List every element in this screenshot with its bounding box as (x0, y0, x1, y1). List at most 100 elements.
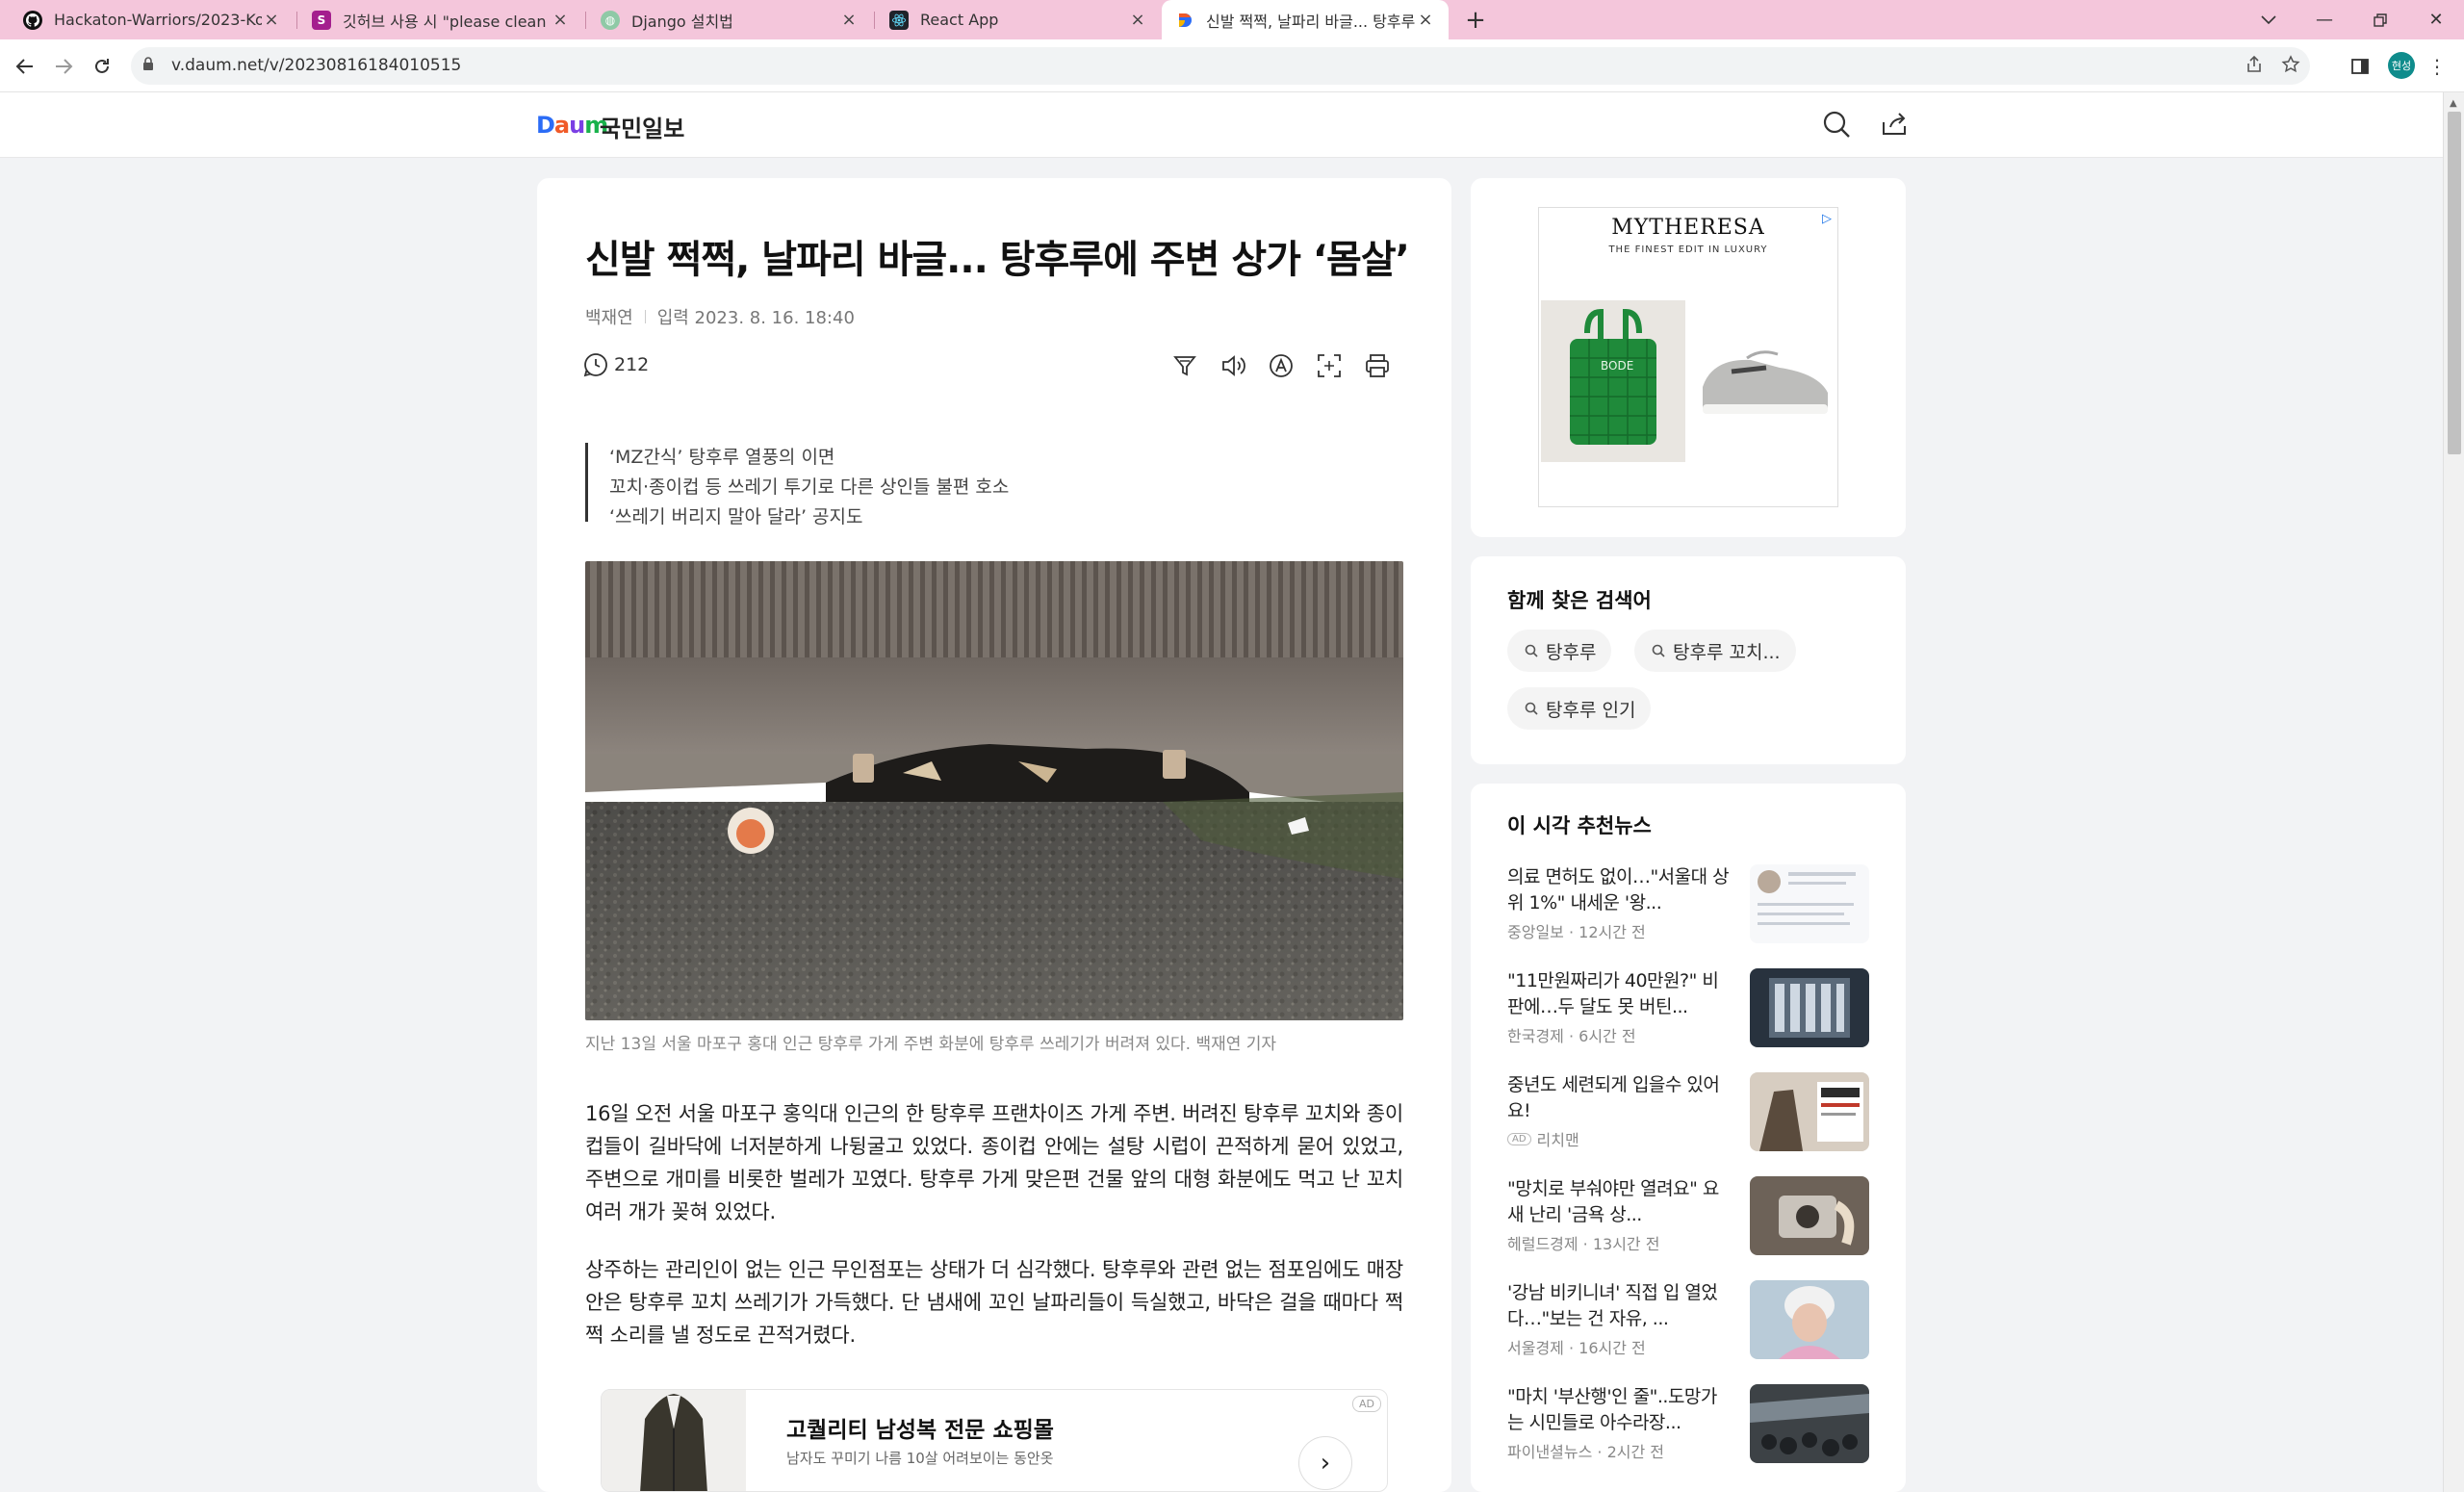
close-icon[interactable]: × (1128, 10, 1147, 30)
forward-button[interactable] (48, 51, 79, 82)
side-panel-button[interactable] (2345, 51, 2375, 82)
translate-button[interactable] (1313, 349, 1346, 382)
github-icon (23, 10, 42, 30)
news-item[interactable]: "망치로 부숴야만 열려요" 요새 난리 '금욕 상... 헤럴드경제 · 13… (1507, 1176, 1869, 1259)
tab-divider (296, 12, 297, 29)
side-panel-icon (2351, 59, 2369, 74)
bookmark-star-icon[interactable] (2281, 55, 2300, 79)
news-source: 서울경제 · 16시간 전 (1507, 1339, 1646, 1357)
news-title[interactable]: "망치로 부숴야만 열려요" 요새 난리 '금욕 상... (1507, 1176, 1731, 1228)
read-aloud-button[interactable] (1217, 349, 1249, 382)
close-icon[interactable]: × (262, 10, 281, 30)
browser-menu-button[interactable]: ⋮ (2422, 51, 2452, 82)
url-text[interactable]: v.daum.net/v/20230816184010515 (171, 56, 461, 75)
related-search-chip[interactable]: 탕후루 (1507, 630, 1612, 672)
publisher-name[interactable]: 국민일보 (600, 110, 684, 143)
news-thumbnail[interactable] (1750, 968, 1869, 1047)
search-icon (1525, 644, 1538, 657)
article-paragraph: 16일 오전 서울 마포구 홍익대 인근의 한 탕후루 프랜차이즈 가게 주변.… (585, 1102, 1404, 1223)
share-button[interactable] (1878, 108, 1911, 141)
chevron-right-icon[interactable]: › (1298, 1436, 1352, 1490)
news-source: 파이낸셜뉴스 · 2시간 전 (1507, 1443, 1665, 1461)
news-item[interactable]: 중년도 세련되게 입을수 있어요! AD 리치맨 (1507, 1072, 1869, 1155)
news-title[interactable]: 의료 면허도 없이…"서울대 상위 1%" 내세운 '왕... (1507, 864, 1731, 916)
printer-icon (1366, 354, 1389, 377)
news-thumbnail[interactable] (1750, 1072, 1869, 1151)
scroll-up-arrow-icon[interactable]: ▲ (2450, 98, 2457, 109)
share-icon (1883, 113, 1906, 135)
back-button[interactable] (10, 51, 40, 82)
sidebar-ad-card: MYTHERESA THE FINEST EDIT IN LUXURY ▷ BO… (1471, 178, 1906, 537)
news-title[interactable]: "11만원짜리가 40만원?" 비판에…두 달도 못 버틴... (1507, 968, 1731, 1020)
article-photo[interactable] (585, 561, 1403, 1020)
comment-count: 212 (614, 354, 650, 375)
address-bar[interactable]: v.daum.net/v/20230816184010515 (131, 47, 2310, 85)
chip-label: 탕후루 인기 (1546, 699, 1636, 721)
related-search-chip[interactable]: 탕후루 꼬치... (1634, 630, 1796, 672)
close-icon[interactable]: × (551, 10, 570, 30)
ad-tagline: THE FINEST EDIT IN LUXURY (1608, 244, 1768, 255)
summary-line: 꼬치·종이컵 등 쓰레기 투기로 다른 상인들 불편 호소 (609, 476, 1010, 498)
publish-date: 입력 2023. 8. 16. 18:40 (656, 308, 855, 328)
tab-django[interactable]: ◍ Django 설치법 × (587, 0, 872, 39)
close-icon[interactable]: × (1416, 10, 1435, 30)
ad-badge: AD (1352, 1396, 1381, 1412)
news-thumbnail[interactable] (1750, 864, 1869, 943)
display-ad[interactable]: MYTHERESA THE FINEST EDIT IN LUXURY ▷ BO… (1538, 207, 1838, 507)
new-tab-button[interactable]: + (1461, 6, 1490, 35)
author-name[interactable]: 백재연 (585, 304, 633, 329)
news-item[interactable]: 의료 면허도 없이…"서울대 상위 1%" 내세운 '왕... 중앙일보 · 1… (1507, 864, 1869, 947)
restore-icon (2374, 13, 2387, 27)
news-thumbnail[interactable] (1750, 1176, 1869, 1255)
tab-search-button[interactable] (2241, 0, 2297, 39)
s-badge-icon: S (312, 10, 331, 30)
news-title[interactable]: 중년도 세련되게 입을수 있어요! (1507, 1072, 1731, 1124)
page-scrollbar[interactable]: ▲ (2443, 92, 2464, 1492)
chevron-down-icon (2261, 14, 2276, 24)
tab-title: 신발 쩍쩍, 날파리 바글... 탕후루 (1206, 12, 1416, 31)
print-button[interactable] (1361, 349, 1394, 382)
reload-button[interactable] (87, 51, 117, 82)
ad-title[interactable]: 고퀄리티 남성복 전문 쇼핑몰 (786, 1411, 1054, 1444)
comment-count-button[interactable]: 212 (583, 352, 649, 377)
tab-daum-article[interactable]: 신발 쩍쩍, 날파리 바글... 탕후루 × (1162, 0, 1449, 39)
close-icon[interactable]: × (839, 10, 859, 30)
ad-thumbnail (602, 1390, 746, 1491)
react-icon (889, 10, 909, 30)
article-card: 신발 쩍쩍, 날파리 바글... 탕후루에 주변 상가 ‘몸살’ 백재연 입력 … (537, 178, 1451, 1492)
search-button[interactable] (1820, 108, 1853, 141)
tab-react-app[interactable]: React App × (876, 0, 1161, 39)
minimize-button[interactable]: — (2297, 0, 2352, 39)
news-thumbnail[interactable] (1750, 1384, 1869, 1463)
news-title[interactable]: '강남 비키니녀' 직접 입 열었다…"보는 건 자유, ... (1507, 1280, 1731, 1332)
restore-button[interactable] (2352, 0, 2408, 39)
news-title[interactable]: "마치 '부산행'인 줄"..도망가는 시민들로 아수라장... (1507, 1384, 1731, 1436)
news-source: 중앙일보 · 12시간 전 (1507, 923, 1646, 941)
news-item[interactable]: '강남 비키니녀' 직접 입 열었다…"보는 건 자유, ... 서울경제 · … (1507, 1280, 1869, 1363)
search-icon (1823, 111, 1850, 138)
summary-button[interactable] (1168, 349, 1201, 382)
reload-icon (95, 59, 109, 73)
news-item[interactable]: "마치 '부산행'인 줄"..도망가는 시민들로 아수라장... 파이낸셜뉴스 … (1507, 1384, 1869, 1467)
scroll-thumb[interactable] (2448, 112, 2461, 454)
ad-shoe-image (1693, 300, 1835, 462)
daum-icon (1175, 10, 1194, 30)
speaker-icon (1222, 355, 1245, 376)
summary-line: ‘쓰레기 버리지 말아 달라’ 공지도 (609, 506, 863, 527)
inline-ad[interactable]: 고퀄리티 남성복 전문 쇼핑몰 남자도 꾸미기 나름 10살 어려보이는 동안옷… (601, 1389, 1388, 1492)
ad-subtitle: 남자도 꾸미기 나름 10살 어려보이는 동안옷 (786, 1450, 1054, 1467)
font-size-button[interactable] (1265, 349, 1297, 382)
tab-github[interactable]: Hackaton-Warriors/2023-Konkuk × (10, 0, 295, 39)
adchoices-icon[interactable]: ▷ (1822, 212, 1832, 226)
news-thumbnail[interactable] (1750, 1280, 1869, 1359)
profile-avatar[interactable]: 현성 (2388, 52, 2415, 79)
lock-icon[interactable] (142, 57, 154, 75)
tab-divider (874, 12, 875, 29)
share-icon[interactable] (2245, 55, 2264, 79)
close-window-button[interactable]: ✕ (2408, 0, 2464, 39)
daum-logo[interactable]: Daum (536, 112, 608, 139)
photo-caption: 지난 13일 서울 마포구 홍대 인근 탕후루 가게 주변 화분에 탕후루 쓰레… (585, 1035, 1277, 1054)
tab-github-guide[interactable]: S 깃허브 사용 시 "please clean your × (298, 0, 583, 39)
related-search-chip[interactable]: 탕후루 인기 (1507, 687, 1652, 730)
news-item[interactable]: "11만원짜리가 40만원?" 비판에…두 달도 못 버틴... 한국경제 · … (1507, 968, 1869, 1051)
